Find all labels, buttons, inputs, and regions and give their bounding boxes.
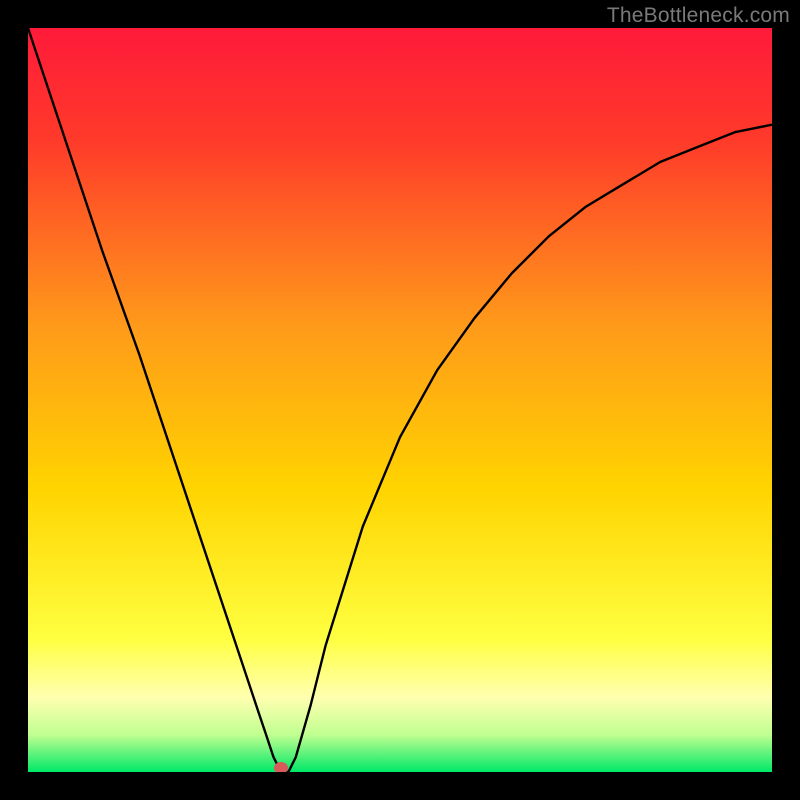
gradient-bg	[28, 28, 772, 772]
chart-frame: TheBottleneck.com	[0, 0, 800, 800]
chart-svg	[28, 28, 772, 772]
watermark-text: TheBottleneck.com	[607, 4, 790, 28]
plot-area	[28, 28, 772, 772]
